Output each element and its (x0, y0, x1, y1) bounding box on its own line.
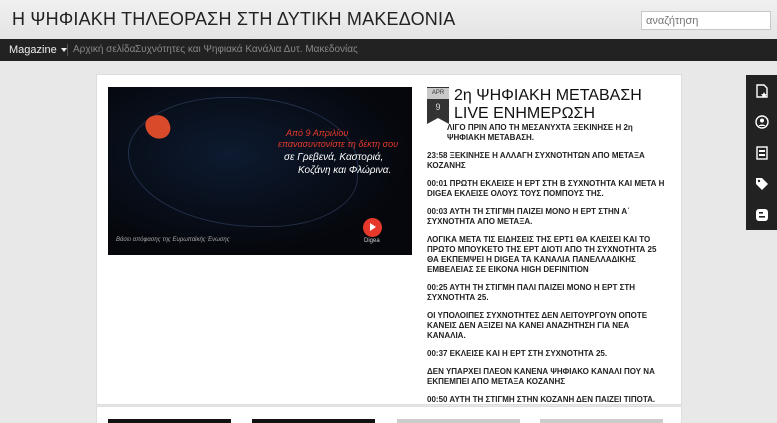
nav-divider (67, 44, 68, 56)
sidebar-rail (746, 75, 777, 230)
post-thumbnail[interactable] (397, 419, 520, 423)
post-paragraph: 00:50 ΑΥΤΗ ΤΗ ΣΤΙΓΜΗ ΣΤΗΝ ΚΟΖΑΝΗ ΔΕΝ ΠΑΙ… (427, 395, 656, 404)
post-paragraph: ΛΙΓΟ ΠΡΙΝ ΑΠΟ ΤΗ ΜΕΣΑΝΥΧΤΑ ΞΕΚΙΝΗΣΕ Η 2η… (447, 123, 633, 142)
image-text-line: σε Γρεβενά, Καστοριά, (284, 152, 384, 163)
nav-link-frequencies[interactable]: Συχνότητες και Ψηφιακά Κανάλια Δυτ. Μακε… (135, 44, 358, 55)
post-paragraph: 00:37 ΕΚΛΕΙΣΕ ΚΑΙ Η ΕΡΤ ΣΤΗ ΣΥΧΝΟΤΗΤΑ 25… (427, 349, 608, 358)
post-paragraph: 00:25 ΑΥΤΗ ΤΗ ΣΤΙΓΜΗ ΠΑΛΙ ΠΑΙΖΕΙ ΜΟΝΟ Η … (427, 283, 636, 302)
post-paragraph: ΟΙ ΥΠΟΛΟΙΠΕΣ ΣΥΧΝΟΤΗΤΕΣ ΔΕΝ ΛΕΙΤΟΥΡΓΟΥΝ … (427, 311, 648, 340)
recent-posts-icon (755, 83, 768, 98)
labels-icon (755, 177, 768, 190)
nav-bar: Magazine Αρχική σελίδα Συχνότητες και Ψη… (0, 39, 777, 61)
labels-button[interactable] (746, 168, 777, 199)
archive-button[interactable] (746, 137, 777, 168)
image-text-line: Από 9 Απριλίου (286, 128, 349, 138)
blogger-button[interactable] (746, 199, 777, 230)
recent-posts-button[interactable] (746, 75, 777, 106)
date-badge: APR 9 (427, 87, 449, 124)
view-dropdown[interactable]: Magazine (9, 44, 67, 56)
view-dropdown-label: Magazine (9, 44, 57, 56)
nav-link-home[interactable]: Αρχική σελίδα (73, 44, 135, 55)
post-thumbnail[interactable] (108, 419, 231, 423)
post-thumbnail[interactable] (252, 419, 375, 423)
image-caption: Βάσει απόφασης της Ευρωπαϊκής Ένωσης (116, 237, 230, 243)
post-thumbnail[interactable] (540, 419, 663, 423)
search-input[interactable] (641, 11, 771, 30)
post-paragraph: 00:01 ΠΡΩΤΗ ΕΚΛΕΙΣΕ Η ΕΡΤ ΣΤΗ Β ΣΥΧΝΟΤΗΤ… (427, 179, 665, 198)
chevron-down-icon (60, 48, 67, 53)
archive-icon (755, 145, 768, 160)
image-text-line: Κοζάνη και Φλώρινα. (298, 165, 392, 176)
date-day: 9 (435, 102, 441, 112)
date-month: APR (427, 88, 449, 99)
site-title[interactable]: Η ΨΗΦΙΑΚΗ ΤΗΛΕΟΡΑΣΗ ΣΤΗ ΔΥΤΙΚΗ ΜΑΚΕΔΟΝΙΑ (12, 9, 455, 30)
post-body: ΛΙΓΟ ΠΡΙΝ ΑΠΟ ΤΗ ΜΕΣΑΝΥΧΤΑ ΞΕΚΙΝΗΣΕ Η 2η… (427, 123, 670, 413)
post-title[interactable]: 2η ΨΗΦΙΑΚΗ ΜΕΤΑΒΑΣΗ LIVE ΕΝΗΜΕΡΩΣΗ (454, 87, 674, 123)
post-paragraph: 00:03 ΑΥΤΗ ΤΗ ΣΤΙΓΜΗ ΠΑΙΖΕΙ ΜΟΝΟ Η ΕΡΤ Σ… (427, 207, 630, 226)
post-paragraph: ΛΟΓΙΚΑ ΜΕΤΑ ΤΙΣ ΕΙΔΗΣΕΙΣ ΤΗΣ ΕΡΤ1 ΘΑ ΚΛΕ… (427, 235, 657, 274)
profile-button[interactable] (746, 106, 777, 137)
profile-icon (754, 114, 769, 129)
digea-logo-icon (363, 218, 382, 237)
digea-logo-text: Digea (364, 238, 380, 244)
image-text-line: επανασυντονίστε τη δέκτη σου (278, 139, 399, 149)
blogger-icon (755, 208, 768, 221)
post-image[interactable]: Από 9 Απριλίου επανασυντονίστε τη δέκτη … (108, 87, 412, 255)
post-paragraph: 23:58 ΞΕΚΙΝΗΣΕ Η ΑΛΛΑΓΗ ΣΥΧΝΟΤΗΤΩΝ ΑΠΟ Μ… (427, 151, 645, 170)
post-paragraph: ΔΕΝ ΥΠΑΡΧΕΙ ΠΛΕΟΝ ΚΑΝΕΝΑ ΨΗΦΙΑΚΟ ΚΑΝΑΛΙ … (427, 367, 655, 386)
site-header: Η ΨΗΦΙΑΚΗ ΤΗΛΕΟΡΑΣΗ ΣΤΗ ΔΥΤΙΚΗ ΜΑΚΕΔΟΝΙΑ (0, 0, 777, 39)
